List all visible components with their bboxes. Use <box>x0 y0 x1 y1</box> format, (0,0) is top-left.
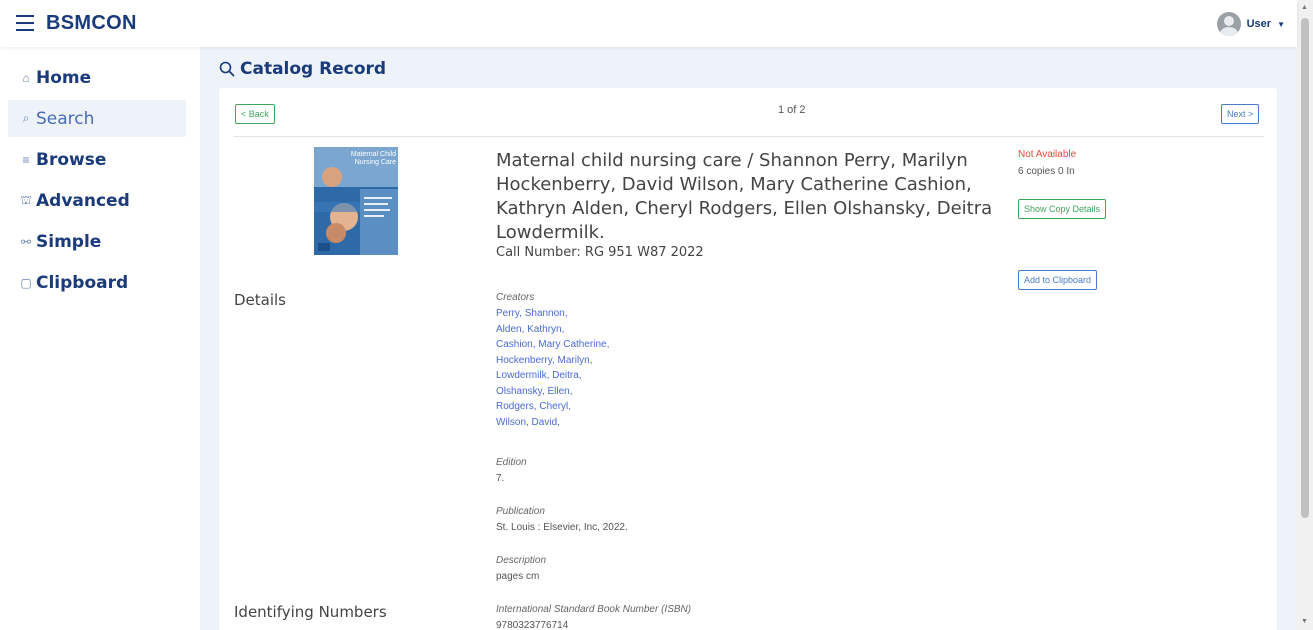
sidebar-item-label: Browse <box>36 149 107 170</box>
sidebar-item-simple[interactable]: ⚯ Simple <box>8 223 186 260</box>
top-navbar: BSMCON User ▼ <box>0 0 1297 47</box>
identifying-numbers-section-label: Identifying Numbers <box>234 603 387 621</box>
creator-link[interactable]: Alden, Kathryn, <box>496 322 609 338</box>
sidebar-item-label: Search <box>36 108 95 129</box>
isbn-value: 9780323776714 <box>496 620 569 630</box>
book-cover-title: Maternal Child Nursing Care <box>350 151 396 166</box>
next-button[interactable]: Next > <box>1221 104 1260 124</box>
app-brand[interactable]: BSMCON <box>46 12 137 35</box>
show-copy-details-button[interactable]: Show Copy Details <box>1018 199 1107 219</box>
sidebar-item-home[interactable]: ⌂ Home <box>8 59 186 96</box>
availability-status: Not Available <box>1018 149 1077 160</box>
creators-list: Perry, Shannon, Alden, Kathryn, Cashion,… <box>496 306 609 430</box>
edition-label: Edition <box>496 457 527 468</box>
sidebar: ⌂ Home ⌕ Search ≡ Browse ⛫ Advanced ⚯ Si… <box>0 47 200 630</box>
binoculars-icon: ⚯ <box>20 234 32 249</box>
scroll-up-icon[interactable]: ▲ <box>1301 4 1308 11</box>
creator-link[interactable]: Lowdermilk, Deitra, <box>496 368 609 384</box>
creators-label: Creators <box>496 292 535 303</box>
scroll-down-icon[interactable]: ▼ <box>1301 618 1308 625</box>
book-cover-image: Maternal Child Nursing Care <box>314 147 398 255</box>
creator-link[interactable]: Wilson, David, <box>496 415 609 431</box>
catalog-record-card: < Back 1 of 2 Next > Maternal Child Nurs… <box>219 88 1277 630</box>
creator-link[interactable]: Hockenberry, Marilyn, <box>496 353 609 369</box>
page-scrollbar[interactable]: ▲ ▼ <box>1297 0 1313 630</box>
record-title: Maternal child nursing care / Shannon Pe… <box>496 150 993 243</box>
details-section-label: Details <box>234 291 287 309</box>
isbn-label: International Standard Book Number (ISBN… <box>496 604 692 615</box>
creator-link[interactable]: Olshansky, Ellen, <box>496 384 609 400</box>
home-icon: ⌂ <box>22 70 30 85</box>
scroll-thumb[interactable] <box>1301 18 1309 518</box>
search-icon: ⌕ <box>22 111 30 125</box>
user-label: User <box>1246 18 1272 30</box>
institution-icon: ⛫ <box>20 192 32 207</box>
avatar-icon <box>1216 12 1241 36</box>
creator-link[interactable]: Rodgers, Cheryl, <box>496 399 609 415</box>
creator-link[interactable]: Perry, Shannon, <box>496 306 609 322</box>
creator-link[interactable]: Cashion, Mary Catherine, <box>496 337 609 353</box>
user-menu[interactable]: User ▼ <box>1216 12 1285 36</box>
sidebar-item-label: Home <box>36 67 92 88</box>
page-title-text: Catalog Record <box>240 59 387 79</box>
sidebar-item-label: Simple <box>36 231 102 252</box>
publication-value: St. Louis : Elsevier, Inc, 2022. <box>496 522 628 533</box>
hamburger-menu-icon[interactable] <box>16 15 34 31</box>
clipboard-icon: ▢ <box>20 275 32 290</box>
call-number: Call Number: RG 951 W87 2022 <box>496 245 704 260</box>
copies-count: 6 copies 0 In <box>1018 166 1075 177</box>
search-icon <box>219 61 235 77</box>
pager-text: 1 of 2 <box>778 104 806 116</box>
description-value: pages cm <box>496 571 540 582</box>
sidebar-item-label: Clipboard <box>36 272 129 293</box>
add-to-clipboard-button[interactable]: Add to Clipboard <box>1018 270 1098 290</box>
caret-down-icon: ▼ <box>1277 19 1285 29</box>
sidebar-item-advanced[interactable]: ⛫ Advanced <box>8 182 186 219</box>
edition-value: 7. <box>496 473 505 484</box>
back-button[interactable]: < Back <box>235 104 275 124</box>
description-label: Description <box>496 555 547 566</box>
publication-label: Publication <box>496 506 545 517</box>
list-icon: ≡ <box>22 152 30 167</box>
sidebar-item-label: Advanced <box>36 190 130 211</box>
page-title: Catalog Record <box>219 59 386 79</box>
divider <box>234 136 1264 137</box>
sidebar-item-clipboard[interactable]: ▢ Clipboard <box>8 264 186 301</box>
sidebar-item-search[interactable]: ⌕ Search <box>8 100 186 137</box>
sidebar-item-browse[interactable]: ≡ Browse <box>8 141 186 178</box>
